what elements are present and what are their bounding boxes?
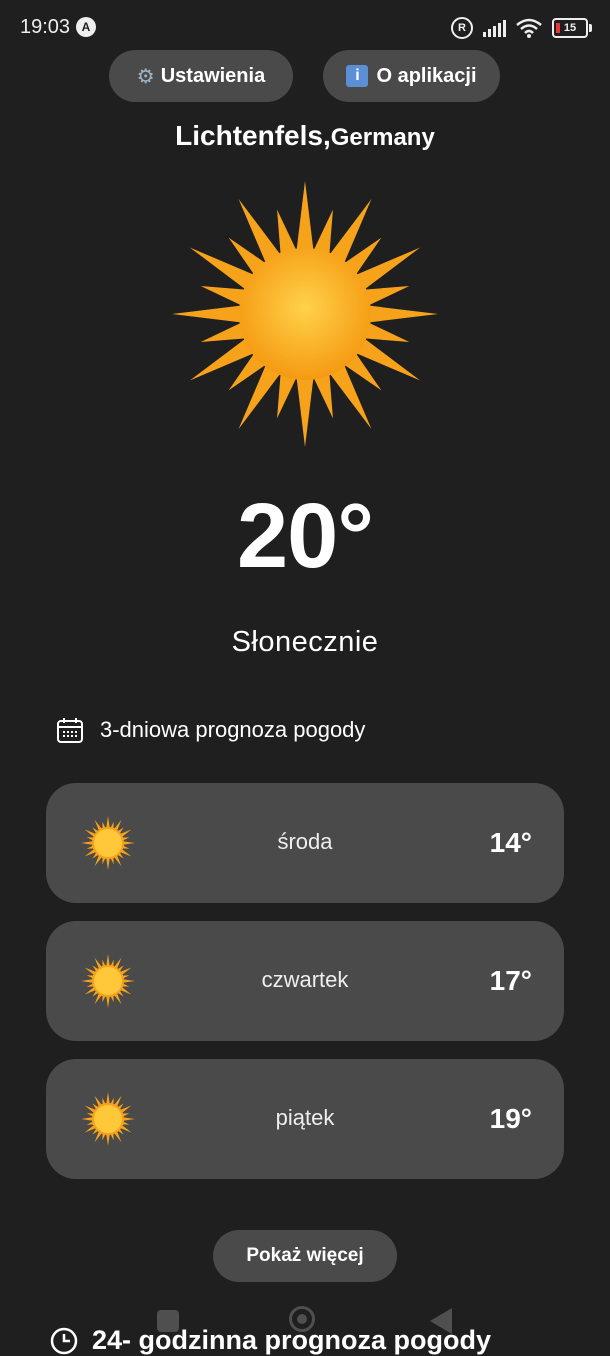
show-more-button[interactable]: Pokaż więcej <box>213 1230 397 1282</box>
forecast-header: 3-dniowa prognoza pogody <box>56 716 365 744</box>
sun-ray <box>172 305 246 323</box>
day-temperature: 14° <box>489 827 532 858</box>
calendar-icon <box>57 718 83 743</box>
sun-ray <box>296 373 314 447</box>
forecast-day-card[interactable]: środa 14° <box>46 783 564 903</box>
sun-ray <box>364 305 438 323</box>
day-name: środa <box>277 829 333 854</box>
gear-icon: ⚙ <box>136 65 155 88</box>
settings-button[interactable]: ⚙ Ustawienia <box>109 50 293 102</box>
wifi-icon <box>516 18 542 38</box>
clock-icon <box>50 1327 78 1354</box>
day-temperature: 17° <box>489 965 532 996</box>
day-name: piątek <box>275 1105 335 1130</box>
hourly-title: 24- godzinna prognoza pogody <box>92 1325 491 1355</box>
current-temperature: 20° <box>236 485 374 587</box>
about-label: O aplikacji <box>376 64 477 87</box>
app-notification-icon: A <box>76 17 96 37</box>
battery-icon: 15 <box>552 18 592 38</box>
location-title: Lichtenfels,Germany <box>0 120 610 152</box>
forecast-day-card[interactable]: piątek 19° <box>46 1059 564 1179</box>
status-time: 19:03 <box>20 16 71 38</box>
forecast-title: 3-dniowa prognoza pogody <box>100 717 366 742</box>
day-temperature: 19° <box>489 1103 532 1134</box>
hourly-forecast-header: 24- godzinna prognoza pogody <box>50 1325 491 1356</box>
settings-label: Ustawienia <box>160 64 266 87</box>
info-icon: i <box>346 65 369 87</box>
about-button[interactable]: i O aplikacji <box>323 50 500 102</box>
battery-level: 15 <box>563 22 577 34</box>
registered-icon: R <box>451 17 473 39</box>
weather-condition: Słonecznie <box>231 626 379 658</box>
sun-ray <box>296 181 314 255</box>
status-bar: 19:03 A R 15 <box>0 0 610 56</box>
country-name: Germany <box>330 124 435 151</box>
day-name: czwartek <box>261 967 349 992</box>
forecast-day-card[interactable]: czwartek 17° <box>46 921 564 1041</box>
city-name: Lichtenfels, <box>175 120 331 151</box>
signal-icon <box>483 19 506 37</box>
sun-icon <box>172 181 438 447</box>
status-icons: R 15 <box>451 17 592 39</box>
